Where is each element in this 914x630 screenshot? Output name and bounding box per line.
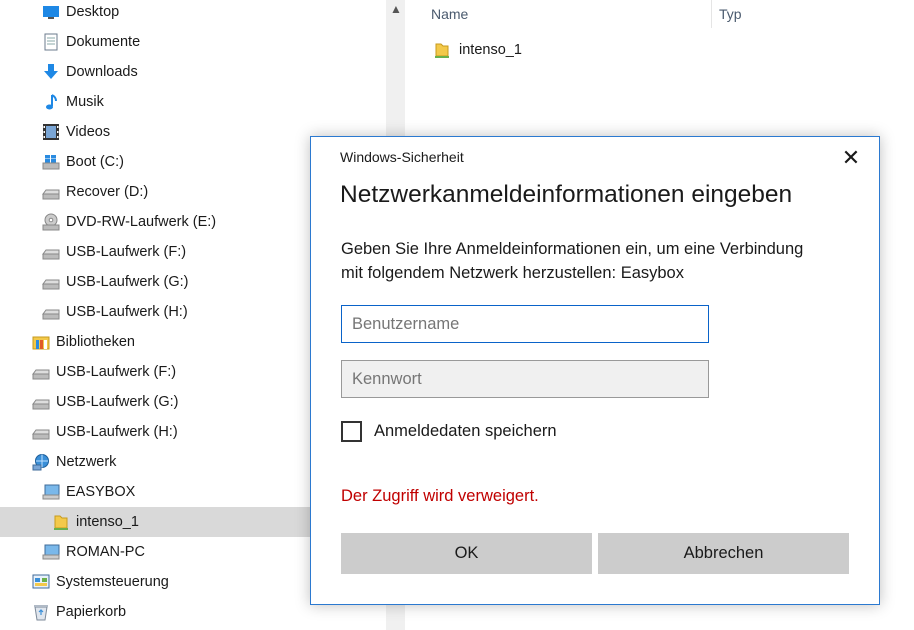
nav-label: USB-Laufwerk (H:) bbox=[56, 424, 178, 440]
usb-drive-icon bbox=[42, 303, 60, 321]
remember-credentials-label: Anmeldedaten speichern bbox=[374, 422, 557, 440]
nav-label: DVD-RW-Laufwerk (E:) bbox=[66, 214, 217, 230]
column-header-name[interactable]: Name bbox=[431, 0, 711, 28]
usb-drive-icon bbox=[42, 243, 60, 261]
nav-label: Desktop bbox=[66, 4, 120, 20]
ok-button[interactable]: OK bbox=[341, 533, 592, 574]
nav-label: intenso_1 bbox=[76, 514, 139, 530]
shared-folder-icon bbox=[52, 513, 70, 531]
close-icon[interactable]: ✕ bbox=[839, 147, 863, 171]
downloads-icon bbox=[42, 63, 60, 81]
usb-drive-icon bbox=[32, 423, 50, 441]
dialog-message: Geben Sie Ihre Anmeldeinformationen ein,… bbox=[341, 237, 851, 285]
file-row[interactable]: intenso_1 bbox=[433, 38, 522, 62]
nav-label: Boot (C:) bbox=[66, 154, 125, 170]
computer-icon bbox=[42, 543, 60, 561]
nav-label: USB-Laufwerk (F:) bbox=[66, 244, 187, 260]
windows-drive-icon bbox=[42, 153, 60, 171]
nav-label: Systemsteuerung bbox=[56, 574, 169, 590]
nav-item-documents[interactable]: Dokumente bbox=[0, 27, 428, 57]
dialog-message-line: mit folgendem Netzwerk herzustellen: Eas… bbox=[341, 264, 684, 282]
file-name: intenso_1 bbox=[459, 42, 522, 58]
nav-label: USB-Laufwerk (G:) bbox=[66, 274, 189, 290]
nav-label: Bibliotheken bbox=[56, 334, 135, 350]
credential-dialog: Windows-Sicherheit ✕ Netzwerkanmeldeinfo… bbox=[310, 136, 880, 605]
nav-item-music[interactable]: Musik bbox=[0, 87, 428, 117]
nav-item-downloads[interactable]: Downloads bbox=[0, 57, 428, 87]
drive-icon bbox=[42, 183, 60, 201]
nav-label: Musik bbox=[66, 94, 104, 110]
nav-label: ROMAN-PC bbox=[66, 544, 145, 560]
remember-credentials-checkbox[interactable] bbox=[341, 421, 362, 442]
nav-label: Netzwerk bbox=[56, 454, 117, 470]
username-input[interactable] bbox=[341, 305, 709, 343]
dialog-app-title: Windows-Sicherheit bbox=[340, 149, 464, 165]
nav-label: USB-Laufwerk (H:) bbox=[66, 304, 188, 320]
libraries-icon bbox=[32, 333, 50, 351]
control-panel-icon bbox=[32, 573, 50, 591]
nav-label: Dokumente bbox=[66, 34, 141, 50]
network-icon bbox=[32, 453, 50, 471]
usb-drive-icon bbox=[42, 273, 60, 291]
column-header-type[interactable]: Typ bbox=[719, 0, 879, 28]
remember-credentials-row[interactable]: Anmeldedaten speichern bbox=[341, 421, 557, 442]
shared-folder-icon bbox=[433, 41, 451, 59]
password-input[interactable] bbox=[341, 360, 709, 398]
dialog-message-line: Geben Sie Ihre Anmeldeinformationen ein,… bbox=[341, 240, 804, 258]
documents-icon bbox=[42, 33, 60, 51]
dialog-heading: Netzwerkanmeldeinformationen eingeben bbox=[340, 181, 793, 208]
dvd-drive-icon bbox=[42, 213, 60, 231]
usb-drive-icon bbox=[32, 363, 50, 381]
nav-label: USB-Laufwerk (G:) bbox=[56, 394, 179, 410]
error-message: Der Zugriff wird verweigert. bbox=[341, 487, 539, 505]
music-icon bbox=[42, 93, 60, 111]
cancel-button[interactable]: Abbrechen bbox=[598, 533, 849, 574]
computer-icon bbox=[42, 483, 60, 501]
column-separator[interactable] bbox=[711, 0, 712, 28]
usb-drive-icon bbox=[32, 393, 50, 411]
nav-label: USB-Laufwerk (F:) bbox=[56, 364, 177, 380]
recycle-bin-icon bbox=[32, 603, 50, 621]
nav-label: Papierkorb bbox=[56, 604, 127, 620]
nav-item-desktop[interactable]: Desktop bbox=[0, 0, 428, 27]
desktop-icon bbox=[42, 3, 60, 21]
nav-label: Videos bbox=[66, 124, 111, 140]
videos-icon bbox=[42, 123, 60, 141]
nav-label: Recover (D:) bbox=[66, 184, 149, 200]
nav-label: EASYBOX bbox=[66, 484, 136, 500]
nav-label: Downloads bbox=[66, 64, 138, 80]
scroll-up-icon[interactable]: ▲ bbox=[390, 2, 402, 16]
